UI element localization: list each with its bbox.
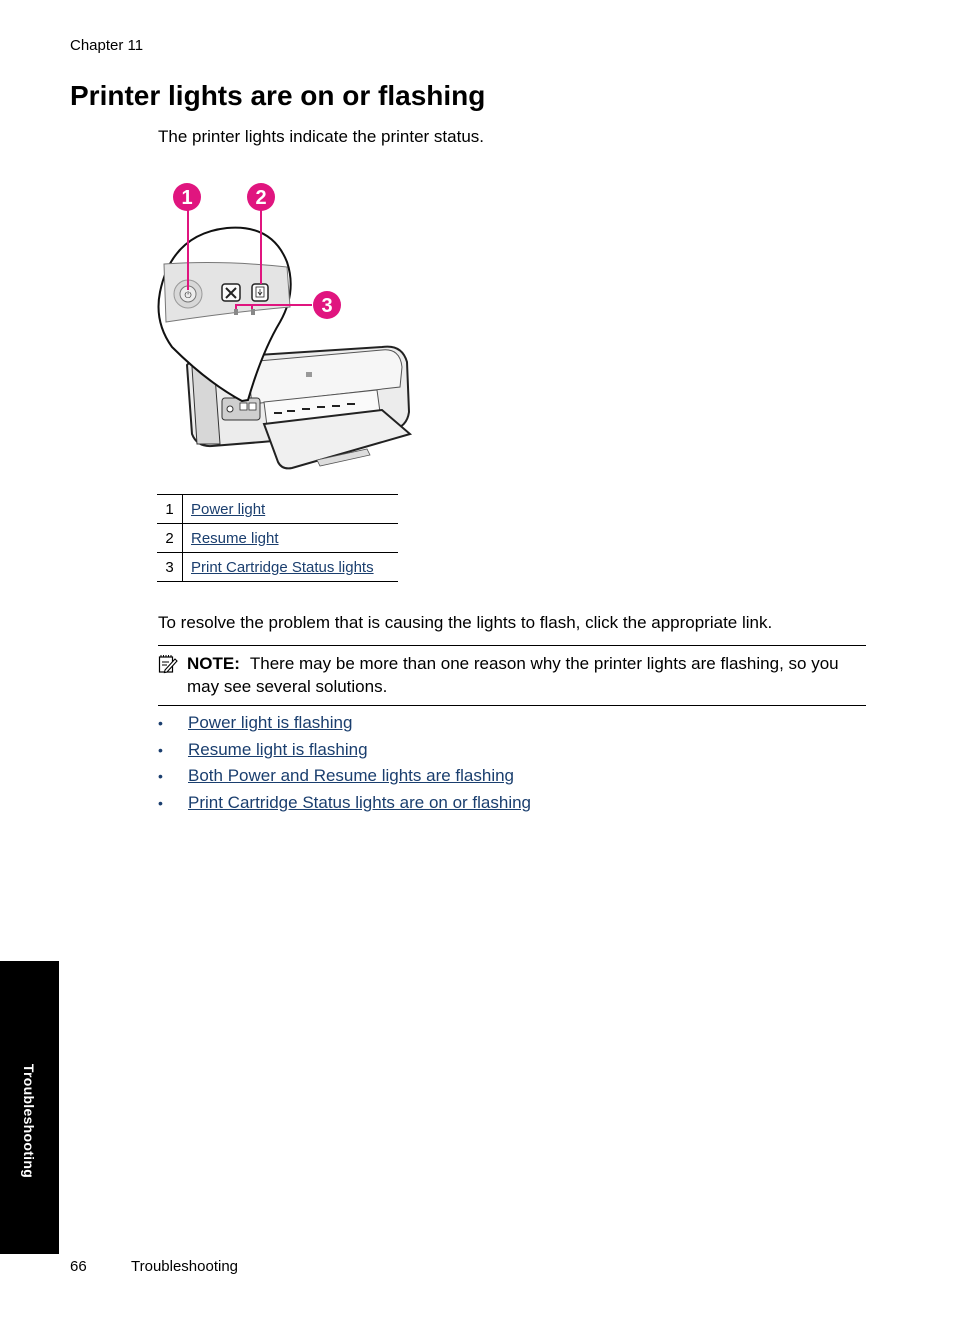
svg-text:2: 2 bbox=[255, 187, 266, 209]
link-power-light[interactable]: Power light bbox=[191, 501, 265, 518]
resolve-instruction: To resolve the problem that is causing t… bbox=[158, 613, 773, 632]
bullet-icon: • bbox=[158, 795, 163, 812]
legend-number: 1 bbox=[157, 494, 183, 524]
note-icon bbox=[158, 655, 178, 674]
callout-1: 1 bbox=[173, 183, 201, 211]
link-cartridge-status-lights[interactable]: Print Cartridge Status lights bbox=[191, 559, 374, 576]
link-both-lights-flashing[interactable]: Both Power and Resume lights are flashin… bbox=[188, 766, 514, 785]
link-power-light-flashing[interactable]: Power light is flashing bbox=[188, 713, 352, 732]
solution-links-list: • Power light is flashing • Resume light i… bbox=[158, 711, 531, 818]
legend-number: 3 bbox=[157, 552, 183, 582]
note-body: There may be more than one reason why th… bbox=[187, 654, 839, 696]
list-item: • Resume light is flashing bbox=[158, 738, 531, 765]
legend-row: 3 Print Cartridge Status lights bbox=[157, 552, 398, 582]
svg-text:1: 1 bbox=[181, 187, 192, 209]
page-number: 66 bbox=[70, 1258, 87, 1275]
legend-number: 2 bbox=[157, 523, 183, 553]
legend-row: 2 Resume light bbox=[157, 523, 398, 553]
callout-2: 2 bbox=[247, 183, 275, 211]
page-title: Printer lights are on or flashing bbox=[70, 80, 486, 111]
svg-text:⏻: ⏻ bbox=[184, 290, 191, 301]
link-resume-light[interactable]: Resume light bbox=[191, 530, 279, 547]
callout-3: 3 bbox=[313, 291, 341, 319]
note-label: NOTE: bbox=[187, 654, 240, 673]
note-text: NOTE: There may be more than one reason w… bbox=[187, 652, 866, 698]
chapter-header: Chapter 11 bbox=[70, 37, 144, 54]
list-item: • Print Cartridge Status lights are on or… bbox=[158, 791, 531, 818]
link-resume-light-flashing[interactable]: Resume light is flashing bbox=[188, 740, 368, 759]
callout-legend-table: 1 Power light 2 Resume light 3 Print Car… bbox=[157, 494, 398, 582]
note-box: NOTE: There may be more than one reason w… bbox=[158, 645, 866, 706]
intro-text: The printer lights indicate the printer … bbox=[158, 127, 484, 146]
footer-section-title: Troubleshooting bbox=[131, 1258, 239, 1275]
list-item: • Power light is flashing bbox=[158, 711, 531, 738]
bullet-icon: • bbox=[158, 741, 163, 758]
link-cartridge-lights-flashing[interactable]: Print Cartridge Status lights are on or … bbox=[188, 793, 531, 812]
bullet-icon: • bbox=[158, 715, 163, 731]
legend-row: 1 Power light bbox=[157, 494, 398, 524]
list-item: • Both Power and Resume lights are flashi… bbox=[158, 764, 531, 791]
side-tab-label: Troubleshooting bbox=[21, 1063, 37, 1179]
bullet-icon: • bbox=[158, 768, 163, 785]
svg-text:3: 3 bbox=[321, 295, 332, 317]
printer-illustration: ⏻ 1 2 3 bbox=[157, 183, 413, 470]
section-side-tab: Troubleshooting bbox=[0, 961, 59, 1254]
